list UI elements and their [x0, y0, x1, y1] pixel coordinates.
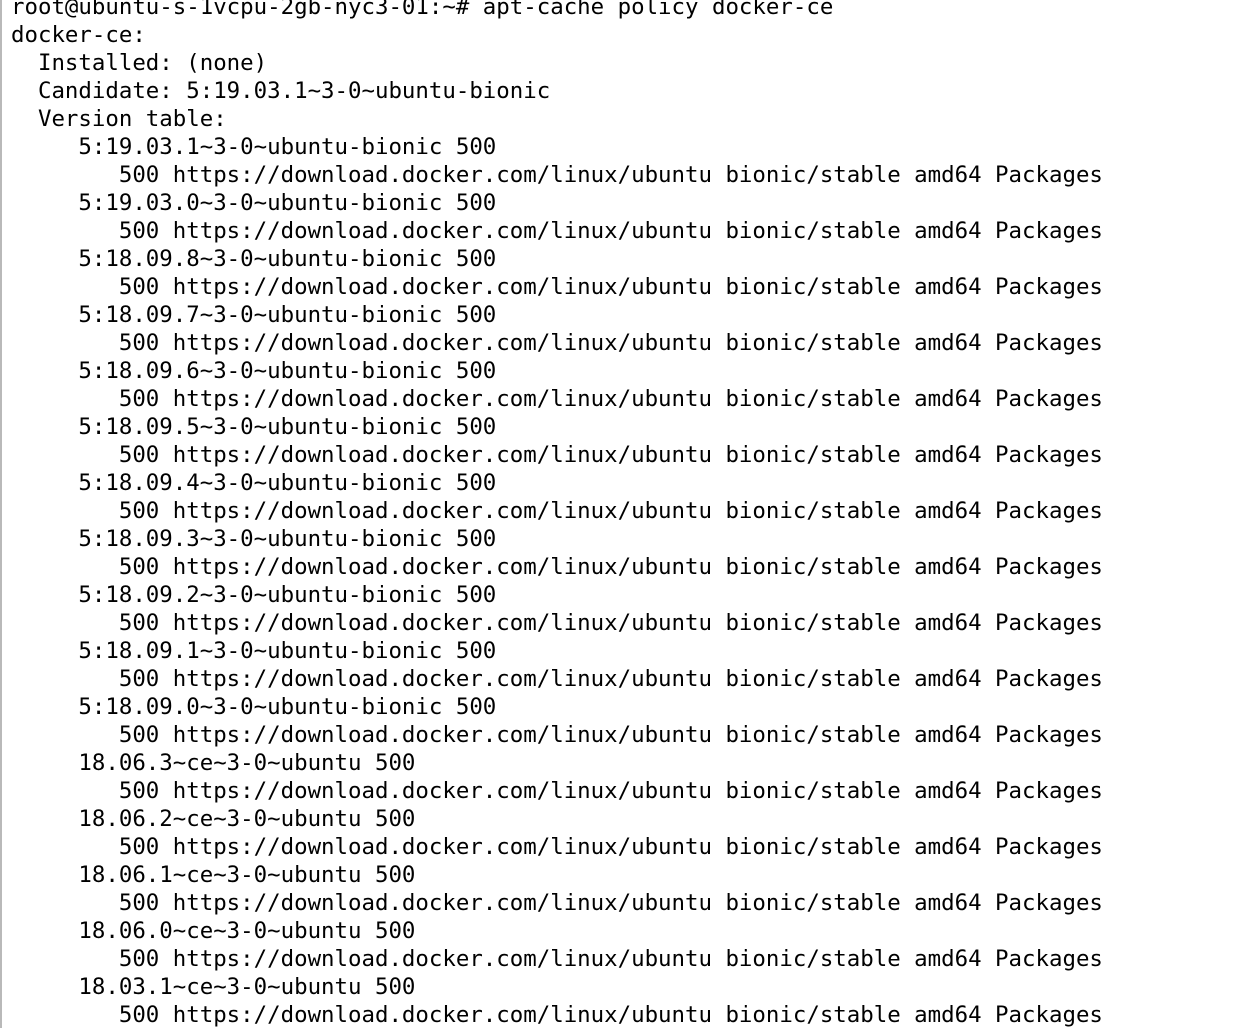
source-entry-line: 500 https://download.docker.com/linux/ub…: [11, 666, 1103, 692]
source-entry-line: 500 https://download.docker.com/linux/ub…: [11, 946, 1103, 972]
version-entry-line: 5:18.09.4~3-0~ubuntu-bionic 500: [11, 470, 497, 496]
source-entry-line: 500 https://download.docker.com/linux/ub…: [11, 162, 1103, 188]
version-entry-line: 5:18.09.5~3-0~ubuntu-bionic 500: [11, 414, 497, 440]
version-entry-line: 5:18.09.6~3-0~ubuntu-bionic 500: [11, 358, 497, 384]
version-entry-line: 5:19.03.0~3-0~ubuntu-bionic 500: [11, 190, 497, 216]
version-entry-line: 5:18.09.1~3-0~ubuntu-bionic 500: [11, 638, 497, 664]
version-entry-line: 5:18.09.2~3-0~ubuntu-bionic 500: [11, 582, 497, 608]
version-entry-line: 5:18.09.3~3-0~ubuntu-bionic 500: [11, 526, 497, 552]
terminal-output: root@ubuntu-s-1vcpu-2gb-nyc3-01:~# apt-c…: [11, 0, 1103, 1028]
source-entry-line: 500 https://download.docker.com/linux/ub…: [11, 330, 1103, 356]
source-entry-line: 500 https://download.docker.com/linux/ub…: [11, 554, 1103, 580]
version-entry-line: 18.06.0~ce~3-0~ubuntu 500: [11, 918, 416, 944]
candidate-line: Candidate: 5:19.03.1~3-0~ubuntu-bionic: [11, 78, 551, 104]
version-entry-line: 18.06.1~ce~3-0~ubuntu 500: [11, 862, 416, 888]
installed-line: Installed: (none): [11, 50, 268, 76]
version-entry-line: 18.06.2~ce~3-0~ubuntu 500: [11, 806, 416, 832]
source-entry-line: 500 https://download.docker.com/linux/ub…: [11, 274, 1103, 300]
window-left-border: [0, 0, 2, 1028]
version-entry-line: 5:18.09.7~3-0~ubuntu-bionic 500: [11, 302, 497, 328]
source-entry-line: 500 https://download.docker.com/linux/ub…: [11, 778, 1103, 804]
terminal-window[interactable]: root@ubuntu-s-1vcpu-2gb-nyc3-01:~# apt-c…: [0, 0, 1247, 1028]
source-entry-line: 500 https://download.docker.com/linux/ub…: [11, 610, 1103, 636]
version-entry-line: 5:19.03.1~3-0~ubuntu-bionic 500: [11, 134, 497, 160]
source-entry-line: 500 https://download.docker.com/linux/ub…: [11, 498, 1103, 524]
command-prompt-line: root@ubuntu-s-1vcpu-2gb-nyc3-01:~# apt-c…: [11, 0, 834, 20]
source-entry-line: 500 https://download.docker.com/linux/ub…: [11, 218, 1103, 244]
version-entry-line: 18.06.3~ce~3-0~ubuntu 500: [11, 750, 416, 776]
version-table-header: Version table:: [11, 106, 227, 132]
version-entry-line: 5:18.09.8~3-0~ubuntu-bionic 500: [11, 246, 497, 272]
source-entry-line: 500 https://download.docker.com/linux/ub…: [11, 442, 1103, 468]
version-entry-line: 18.03.1~ce~3-0~ubuntu 500: [11, 974, 416, 1000]
source-entry-line: 500 https://download.docker.com/linux/ub…: [11, 386, 1103, 412]
source-entry-line: 500 https://download.docker.com/linux/ub…: [11, 834, 1103, 860]
source-entry-line: 500 https://download.docker.com/linux/ub…: [11, 1002, 1103, 1028]
version-entry-line: 5:18.09.0~3-0~ubuntu-bionic 500: [11, 694, 497, 720]
source-entry-line: 500 https://download.docker.com/linux/ub…: [11, 722, 1103, 748]
package-name-line: docker-ce:: [11, 22, 146, 48]
source-entry-line: 500 https://download.docker.com/linux/ub…: [11, 890, 1103, 916]
